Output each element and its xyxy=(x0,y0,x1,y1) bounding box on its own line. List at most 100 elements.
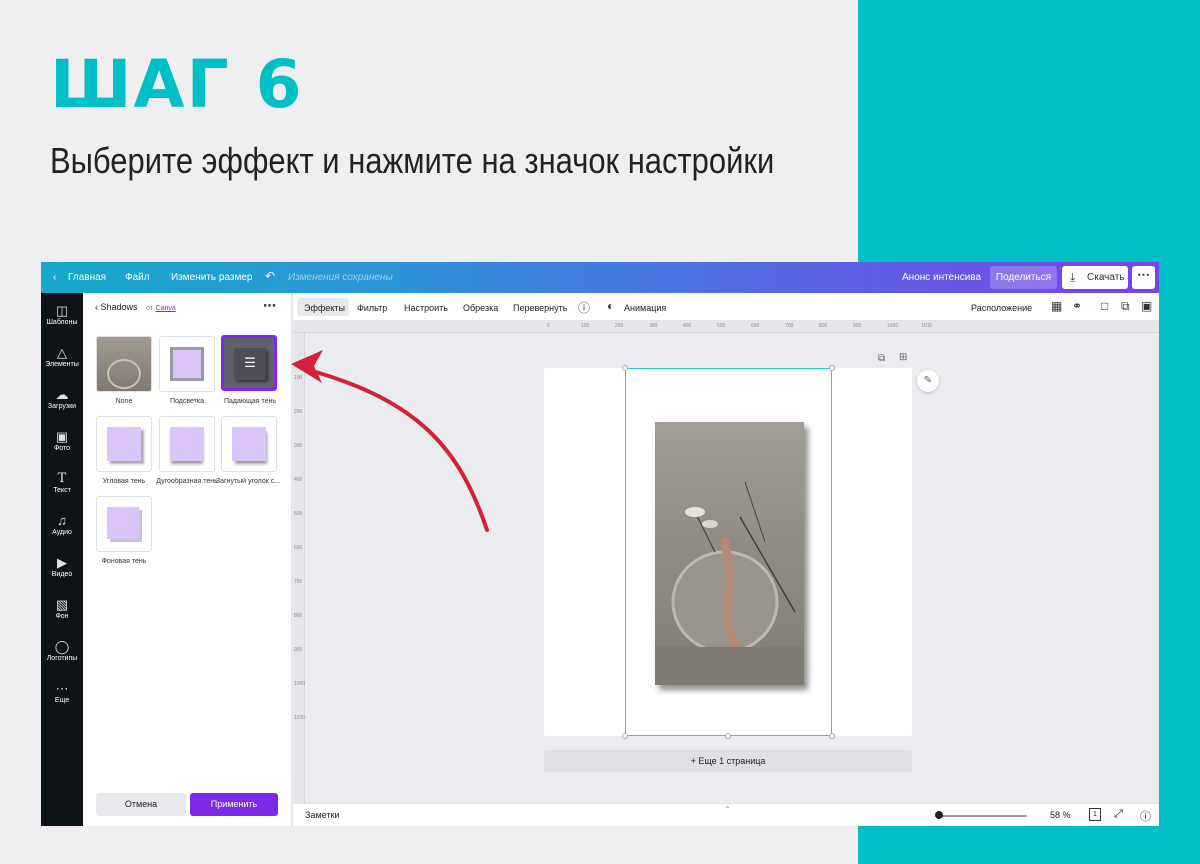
effect-label: None xyxy=(115,398,133,405)
canva-editor-window: ‹ Главная Файл Изменить размер ↶ Изменен… xyxy=(41,262,1159,826)
bottom-bar: Заметки ⌃ 58 % 1 ⤢ ⓘ xyxy=(293,803,1159,826)
zoom-slider[interactable] xyxy=(935,815,1027,817)
effect-curl-preview xyxy=(232,427,266,461)
rail-item-video[interactable]: ▶ Видео xyxy=(41,555,83,578)
effect-corner-preview xyxy=(107,427,141,461)
rail-item-logos[interactable]: ◯ Логотипы xyxy=(41,639,83,662)
download-button[interactable]: ⤓ Скачать xyxy=(1062,266,1128,289)
effect-corner-shadow[interactable] xyxy=(96,416,152,472)
cloud-upload-icon: ☁ xyxy=(55,387,69,402)
home-link[interactable]: Главная xyxy=(68,272,106,283)
chevron-up-icon[interactable]: ⌃ xyxy=(724,805,731,814)
add-page-icon[interactable]: ⊞ xyxy=(899,352,907,363)
rail-item-label: Логотипы xyxy=(46,655,78,662)
file-menu[interactable]: Файл xyxy=(125,272,150,283)
back-chevron-icon[interactable]: ‹ xyxy=(95,302,98,312)
rail-item-more[interactable]: ⋯ Еще xyxy=(41,681,83,704)
tab-adjust[interactable]: Настроить xyxy=(404,303,448,313)
resize-handle[interactable] xyxy=(622,733,628,739)
rail-item-label: Аудио xyxy=(52,529,72,536)
add-page-button[interactable]: + Еще 1 страница xyxy=(544,750,912,772)
rail-item-uploads[interactable]: ☁ Загрузки xyxy=(41,387,83,410)
ruler-tick: 0 xyxy=(547,323,550,329)
ruler-tick: 700 xyxy=(785,323,794,329)
notes-button[interactable]: Заметки xyxy=(305,810,339,820)
resize-handle[interactable] xyxy=(829,733,835,739)
effect-none[interactable] xyxy=(96,336,152,392)
ruler-tick: 1000 xyxy=(887,323,899,329)
page-number[interactable]: 1 xyxy=(1089,808,1101,821)
tab-effects[interactable]: Эффекты xyxy=(304,303,345,313)
resize-handle[interactable] xyxy=(622,365,628,371)
copy-page-icon[interactable]: ⧉ xyxy=(878,353,885,364)
effect-curled-corner[interactable] xyxy=(221,416,277,472)
ruler-tick: 700 xyxy=(294,579,303,585)
trash-icon[interactable]: ▣ xyxy=(1141,299,1152,313)
saved-status: Изменения сохранены xyxy=(288,272,393,283)
effect-drop-shadow[interactable]: ☰ xyxy=(221,335,277,391)
ruler-tick: 900 xyxy=(294,647,303,653)
rail-item-label: Шаблоны xyxy=(46,319,78,326)
cancel-button[interactable]: Отмена xyxy=(96,793,186,816)
effect-arc-shadow[interactable] xyxy=(159,416,215,472)
fullscreen-icon[interactable]: ⤢ xyxy=(1114,808,1123,821)
effect-label: Загнутый уголок с... xyxy=(215,478,281,485)
download-icon: ⤓ xyxy=(1070,270,1076,284)
tab-animation[interactable]: Анимация xyxy=(624,303,666,313)
tab-filter[interactable]: Фильтр xyxy=(357,303,387,313)
panel-source-link[interactable]: Canva xyxy=(156,305,176,312)
apply-button[interactable]: Применить xyxy=(190,793,278,816)
tab-crop[interactable]: Обрезка xyxy=(463,303,498,313)
text-icon: T xyxy=(57,471,67,486)
panel-header: ‹ Shadows от Canva xyxy=(95,302,176,312)
rail-item-text[interactable]: T Текст xyxy=(41,471,83,494)
zoom-level[interactable]: 58 % xyxy=(1050,810,1071,820)
ruler-tick: 100 xyxy=(294,375,303,381)
ruler-top: 0 100 200 300 400 500 600 700 800 900 10… xyxy=(293,321,1159,333)
comment-icon[interactable]: ✎ xyxy=(917,370,939,392)
ruler-tick: 200 xyxy=(294,409,303,415)
link-icon[interactable]: ⚭ xyxy=(1072,299,1082,313)
selection-box[interactable] xyxy=(625,368,832,736)
rotate-handle[interactable] xyxy=(725,733,731,739)
effect-background-shadow[interactable] xyxy=(96,496,152,552)
ruler-tick: 800 xyxy=(294,613,303,619)
rail-item-background[interactable]: ▧ Фон xyxy=(41,597,83,620)
share-button[interactable]: Поделиться xyxy=(990,266,1057,289)
back-chevron-icon[interactable]: ‹ xyxy=(53,272,56,283)
slide-title: ШАГ 6 xyxy=(50,46,304,123)
project-title[interactable]: Анонс интенсива xyxy=(902,272,981,283)
panel-more-icon[interactable]: ⋯ xyxy=(263,299,276,314)
info-icon[interactable]: ⓘ xyxy=(578,299,590,316)
shapes-icon: △ xyxy=(57,345,67,360)
rail-item-photos[interactable]: ▣ Фото xyxy=(41,429,83,452)
rail-item-elements[interactable]: △ Элементы xyxy=(41,345,83,368)
zoom-slider-knob[interactable] xyxy=(935,811,943,819)
transparency-icon[interactable]: ▦ xyxy=(1051,299,1062,313)
layout-icon: ◫ xyxy=(55,303,69,318)
effect-label: Падающая тень xyxy=(223,398,277,405)
more-options-button[interactable]: ⋯ xyxy=(1132,266,1155,289)
ruler-tick: 1000 xyxy=(294,681,306,687)
lock-icon[interactable]: □ xyxy=(1101,299,1108,313)
resize-handle[interactable] xyxy=(829,365,835,371)
resize-menu[interactable]: Изменить размер xyxy=(171,272,252,283)
left-rail: ◫ Шаблоны △ Элементы ☁ Загрузки ▣ Фото T… xyxy=(41,293,83,826)
rail-item-label: Еще xyxy=(54,697,70,704)
effect-glow[interactable] xyxy=(159,336,215,392)
undo-icon[interactable]: ↶ xyxy=(265,269,275,283)
settings-sliders-icon[interactable]: ☰ xyxy=(234,348,266,380)
position-button[interactable]: Расположение xyxy=(971,303,1032,313)
rail-item-label: Фото xyxy=(53,445,71,452)
rail-item-audio[interactable]: ♫ Аудио xyxy=(41,513,83,536)
duplicate-icon[interactable]: ⧉ xyxy=(1121,299,1130,314)
tab-flip[interactable]: Перевернуть xyxy=(513,303,567,313)
image-toolbar: Эффекты Фильтр Настроить Обрезка Перевер… xyxy=(293,293,1159,321)
ruler-tick: 100 xyxy=(581,323,590,329)
effect-label: Угловая тень xyxy=(102,478,146,485)
animation-icon[interactable]: ◐ xyxy=(607,299,614,313)
rail-item-templates[interactable]: ◫ Шаблоны xyxy=(41,303,83,326)
help-icon[interactable]: ⓘ xyxy=(1140,808,1151,824)
panel-from: от xyxy=(146,305,154,312)
effect-glow-preview xyxy=(170,347,204,381)
